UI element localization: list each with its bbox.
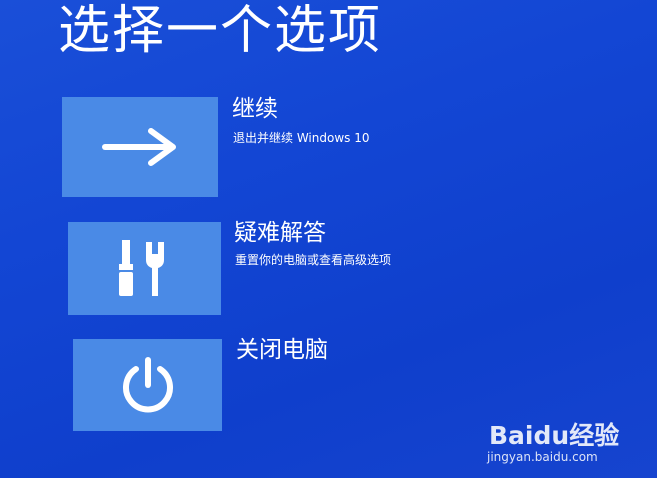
- baidu-logo: Baidu经验: [489, 421, 620, 450]
- continue-tile[interactable]: [62, 97, 218, 197]
- continue-label: 继续: [232, 96, 278, 122]
- arrow-right-icon: [102, 128, 176, 166]
- recovery-screen: 选择一个选项 继续 退出并继续 Windows 10 疑难解答 重置你的电脑或查…: [0, 0, 657, 478]
- troubleshoot-option[interactable]: 疑难解答 重置你的电脑或查看高级选项: [0, 220, 657, 315]
- continue-description: 退出并继续 Windows 10: [233, 131, 370, 145]
- continue-option[interactable]: 继续 退出并继续 Windows 10: [0, 96, 657, 197]
- troubleshoot-tile[interactable]: [68, 222, 221, 315]
- shutdown-label: 关闭电脑: [236, 337, 328, 363]
- baidu-watermark: Baidu经验 jingyan.baidu.com: [487, 410, 637, 468]
- troubleshoot-label: 疑难解答: [234, 220, 326, 246]
- troubleshoot-description: 重置你的电脑或查看高级选项: [235, 253, 392, 267]
- watermark-url: jingyan.baidu.com: [487, 450, 598, 464]
- tools-icon: [118, 239, 164, 296]
- page-title: 选择一个选项: [58, 1, 383, 61]
- power-icon: [122, 357, 173, 413]
- shutdown-tile[interactable]: [73, 339, 222, 431]
